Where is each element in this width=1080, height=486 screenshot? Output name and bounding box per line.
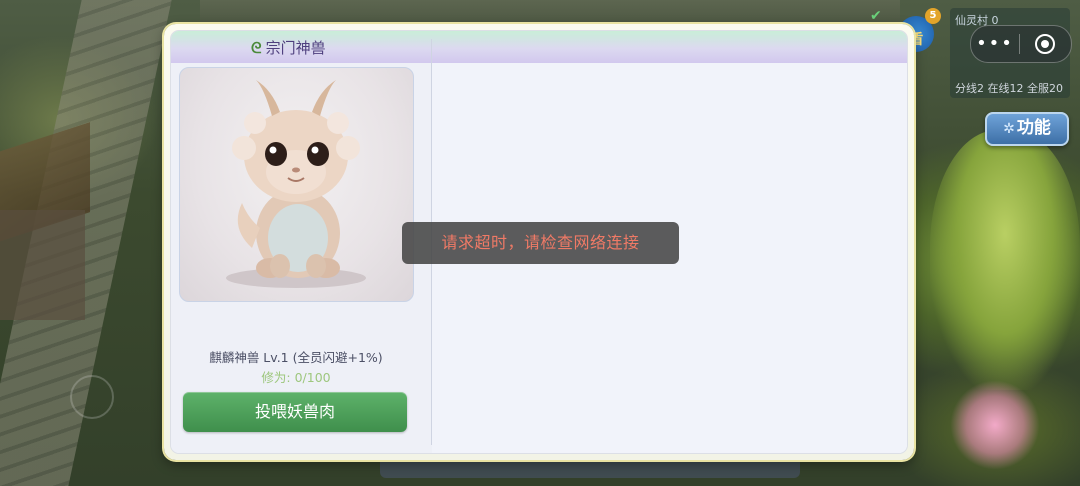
notification-badge: 5 — [925, 8, 941, 24]
check-icon: ✔ — [870, 8, 882, 24]
pet-name-level: 麒麟神兽 Lv.1 (全员闪避+1%) — [209, 350, 383, 365]
online-status: 分线2 在线12 全服20 — [955, 82, 1063, 95]
close-icon[interactable] — [1020, 34, 1070, 54]
function-button[interactable]: ✲ 功能 — [985, 112, 1069, 146]
joystick[interactable] — [70, 375, 114, 419]
dialog-header: ᘓ 宗门神兽 — [171, 31, 907, 63]
gear-icon: ✲ — [1003, 121, 1015, 137]
beast-info-pane: 麒麟神兽 Lv.1 (全员闪避+1%) 修为: 0/100 投喂妖兽肉 — [171, 63, 431, 453]
dialog-title: ᘓ 宗门神兽 — [251, 37, 326, 58]
pet-portrait — [179, 67, 414, 302]
network-timeout-toast: 请求超时，请检查网络连接 — [402, 222, 679, 264]
background-house — [0, 210, 85, 320]
background-willow-tree — [930, 130, 1080, 390]
pet-cultivation: 修为: 0/100 — [261, 370, 331, 385]
more-icon[interactable]: ••• — [971, 27, 1019, 61]
dialog-title-text: 宗门神兽 — [265, 39, 326, 57]
function-button-label: 功能 — [1016, 118, 1051, 138]
feed-beast-meat-button[interactable]: 投喂妖兽肉 — [183, 392, 407, 432]
mini-program-capsule: ••• — [970, 25, 1072, 63]
qilin-image — [226, 80, 366, 288]
dragon-icon: ᘓ — [251, 38, 262, 57]
background-blossom — [950, 380, 1040, 470]
